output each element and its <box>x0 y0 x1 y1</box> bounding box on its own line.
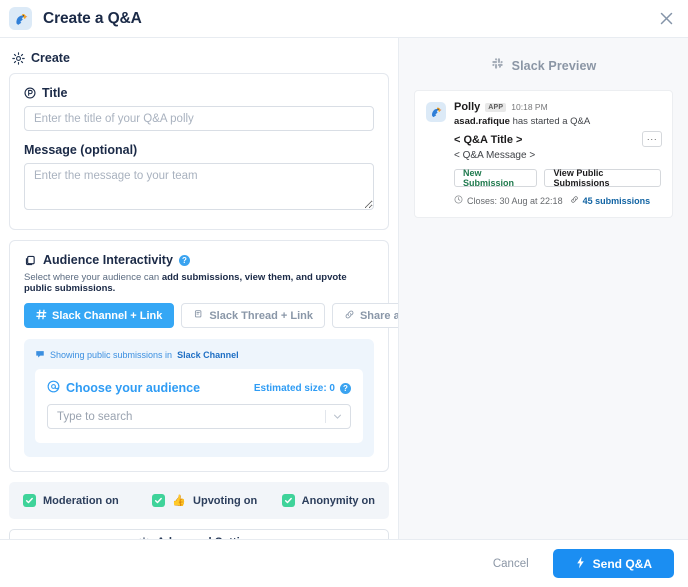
create-qa-dialog: Create a Q&A Create Title Enter the titl… <box>0 0 688 587</box>
slack-icon <box>491 57 504 75</box>
at-circle-icon <box>47 380 60 396</box>
send-qa-button[interactable]: Send Q&A <box>552 549 674 578</box>
closes-text: Closes: 30 Aug at 22:18 <box>467 195 563 206</box>
chevron-down-icon[interactable] <box>333 408 342 426</box>
advanced-settings-label: Advanced Settings <box>157 537 261 540</box>
showing-prefix: Showing public submissions in <box>50 350 173 360</box>
link-icon <box>344 309 355 323</box>
avatar <box>426 102 446 122</box>
slack-message-card: Polly APP 10:18 PM asad.rafique has star… <box>414 90 673 218</box>
toggle-label: Anonymity on <box>301 494 375 507</box>
cancel-button[interactable]: Cancel <box>487 553 535 575</box>
create-section-label: Create <box>31 51 70 65</box>
feature-toggle-strip: Moderation on 👍 Upvoting on Anonymity on <box>9 482 389 519</box>
polly-parrot-logo-icon <box>9 7 32 30</box>
choose-audience-title: Choose your audience <box>47 380 200 396</box>
help-icon[interactable]: ? <box>340 382 351 394</box>
lightning-bolt-icon <box>575 556 586 572</box>
message-label-text: Message (optional) <box>24 143 138 157</box>
create-panel: Create Title Message (optional) <box>0 38 399 539</box>
toggle-anonymity[interactable]: Anonymity on <box>281 494 375 507</box>
message-author-line: Polly APP 10:18 PM <box>454 101 661 113</box>
polly-title-icon <box>24 87 36 99</box>
audience-selection-panel: Showing public submissions in Slack Chan… <box>24 339 374 457</box>
option-slack-thread-link[interactable]: Slack Thread + Link <box>181 303 325 328</box>
started-rest: has started a Q&A <box>509 116 591 127</box>
dialog-header: Create a Q&A <box>0 0 688 38</box>
audience-icon <box>24 254 37 267</box>
message-field-label: Message (optional) <box>24 143 374 157</box>
advanced-settings-button[interactable]: Advanced Settings <box>9 529 389 539</box>
checkbox-checked-icon[interactable] <box>23 494 36 507</box>
author-name: Polly <box>454 101 481 113</box>
title-label-text: Title <box>42 86 68 100</box>
started-line: asad.rafique has started a Q&A <box>454 116 661 127</box>
view-public-submissions-button[interactable]: View Public Submissions <box>544 168 661 188</box>
message-timestamp: 10:18 PM <box>511 102 548 112</box>
started-user: asad.rafique <box>454 116 510 127</box>
estimated-size-label: Estimated size: 0 <box>253 382 335 394</box>
audience-interactivity-card: Audience Interactivity ? Select where yo… <box>9 240 398 472</box>
thread-icon <box>193 309 204 323</box>
audience-interactivity-subtitle: Select where your audience can add submi… <box>24 272 374 294</box>
clock-icon <box>454 195 463 206</box>
submissions-count: 45 submissions <box>582 195 651 206</box>
speech-bubble-icon <box>35 349 45 361</box>
help-icon[interactable]: ? <box>178 254 190 266</box>
new-submission-button[interactable]: New Submission <box>454 168 538 188</box>
title-field-label: Title <box>24 86 374 100</box>
message-textarea[interactable] <box>24 163 374 210</box>
title-message-card: Title Message (optional) <box>9 73 389 230</box>
slack-preview-label: Slack Preview <box>511 59 597 73</box>
toggle-label: Moderation on <box>43 494 119 507</box>
option-label: Share a Link <box>359 309 398 322</box>
preview-qa-message: < Q&A Message > <box>454 150 536 161</box>
title-input[interactable] <box>24 106 374 131</box>
send-qa-label: Send Q&A <box>592 556 652 571</box>
subtitle-prefix: Select where your audience can <box>24 272 162 283</box>
choose-audience-header: Choose your audience Estimated size: 0 ? <box>47 380 351 396</box>
toggle-moderation[interactable]: Moderation on <box>23 494 152 507</box>
toggle-label: Upvoting on <box>193 494 258 507</box>
dialog-body: Create Title Message (optional) <box>0 38 688 540</box>
create-section-header: Create <box>12 51 389 65</box>
checkbox-checked-icon[interactable] <box>281 494 295 507</box>
preview-qa-title: < Q&A Title > <box>454 134 523 146</box>
slack-preview-panel: Slack Preview Polly APP 10:18 PM asad.ra… <box>399 38 688 539</box>
preview-action-buttons: New Submission View Public Submissions <box>454 168 661 188</box>
link-chain-icon <box>570 195 579 206</box>
option-share-a-link[interactable]: Share a Link <box>331 303 398 328</box>
audience-interactivity-title: Audience Interactivity ? <box>24 253 374 267</box>
checkbox-checked-icon[interactable] <box>152 494 166 507</box>
hash-icon <box>36 309 47 323</box>
dialog-footer: Cancel Send Q&A <box>0 540 688 587</box>
toggle-upvoting[interactable]: 👍 Upvoting on <box>152 494 281 507</box>
estimated-size: Estimated size: 0 ? <box>253 382 351 394</box>
showing-submissions-note: Showing public submissions in Slack Chan… <box>35 349 363 361</box>
slack-preview-header: Slack Preview <box>414 57 673 75</box>
choose-audience-label: Choose your audience <box>66 381 201 395</box>
gear-icon <box>138 536 150 539</box>
overflow-menu-icon[interactable]: ··· <box>642 131 662 147</box>
audience-interactivity-label: Audience Interactivity <box>43 253 173 267</box>
preview-meta-line: Closes: 30 Aug at 22:18 45 submissions <box>454 195 661 206</box>
audience-search-select[interactable]: Type to search <box>47 404 351 429</box>
gear-icon <box>12 51 25 65</box>
page-title: Create a Q&A <box>43 9 142 27</box>
audience-search-placeholder: Type to search <box>57 410 133 423</box>
option-slack-channel-link[interactable]: Slack Channel + Link <box>24 303 175 328</box>
close-icon[interactable] <box>657 9 676 28</box>
showing-bold: Slack Channel <box>177 350 239 360</box>
select-divider <box>325 410 326 423</box>
audience-option-group: Slack Channel + Link Slack Thread + Link <box>24 303 398 328</box>
app-badge: APP <box>485 102 507 112</box>
thumbs-up-icon: 👍 <box>172 495 187 507</box>
choose-audience-card: Choose your audience Estimated size: 0 ?… <box>35 369 363 443</box>
option-label: Slack Thread + Link <box>209 309 313 322</box>
option-label: Slack Channel + Link <box>52 309 163 322</box>
